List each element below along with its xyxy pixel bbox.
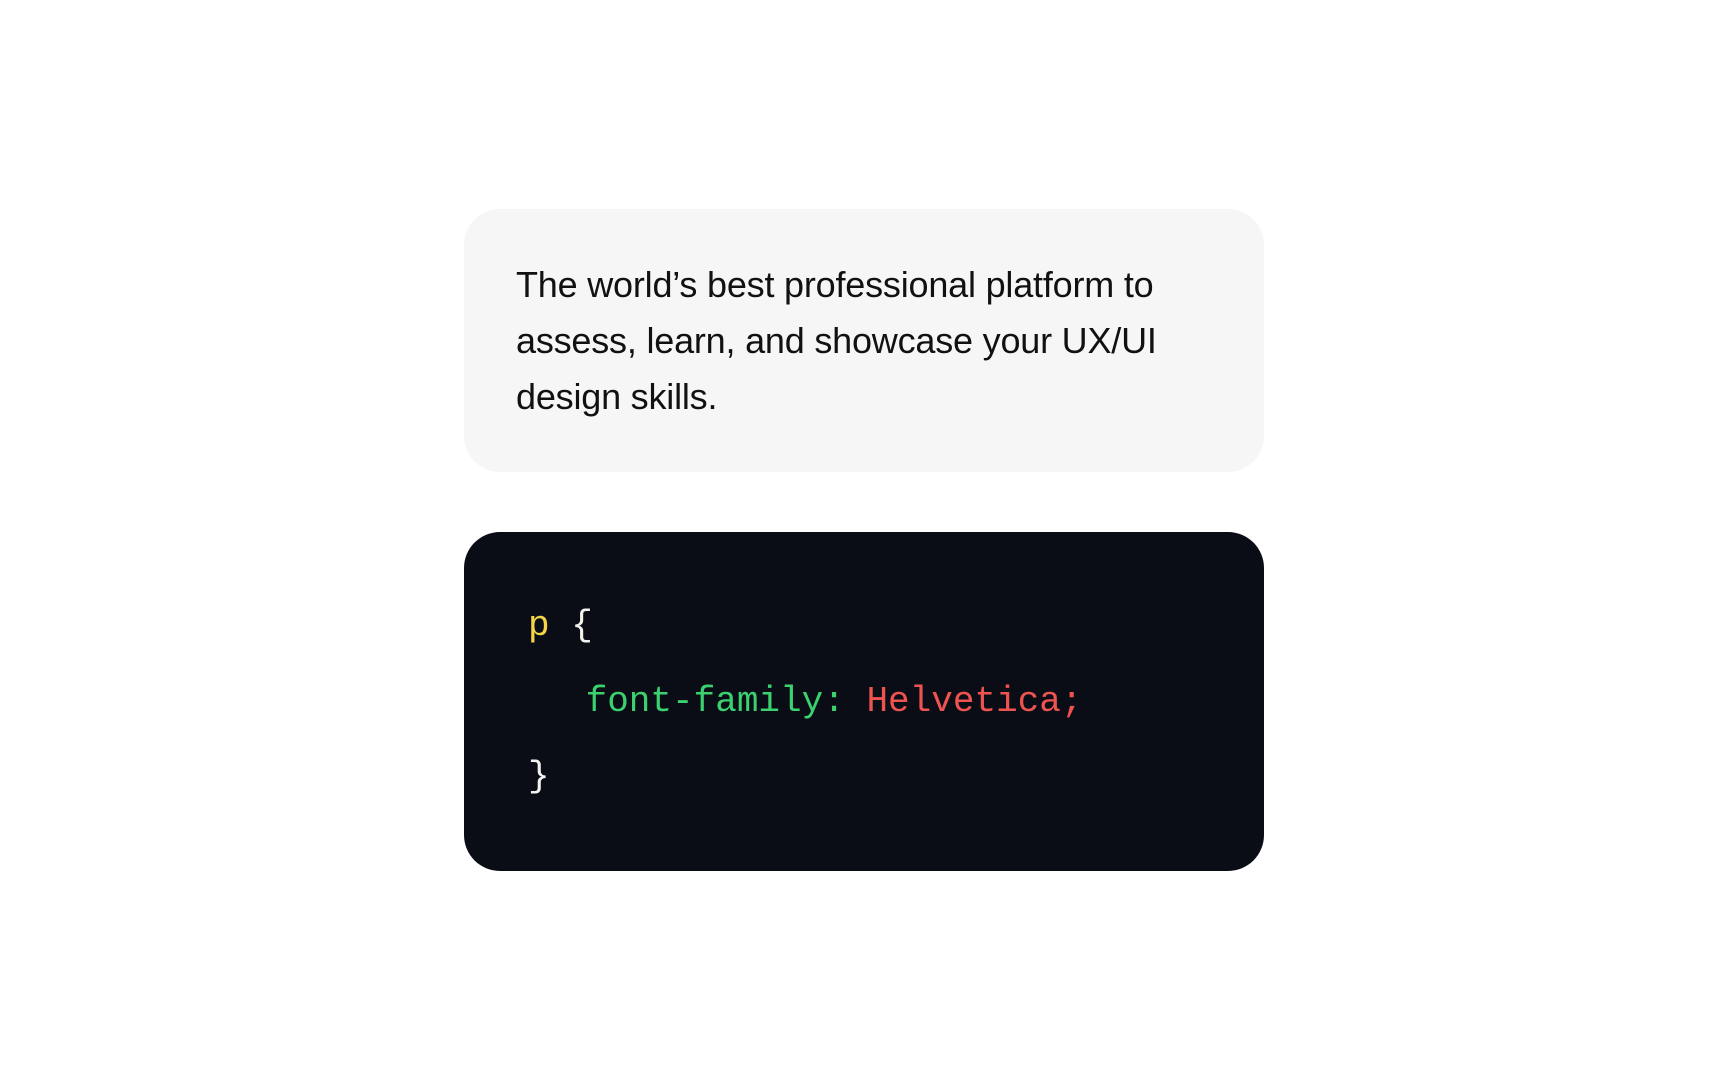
code-card: p { font-family: Helvetica; }	[464, 532, 1264, 871]
code-brace-close: }	[528, 756, 550, 797]
code-property: font-family	[586, 681, 824, 722]
code-selector: p	[528, 605, 550, 646]
description-card: The world’s best professional platform t…	[464, 209, 1264, 472]
code-block: p { font-family: Helvetica; }	[528, 588, 1200, 815]
code-brace-open: {	[571, 605, 593, 646]
code-semicolon: ;	[1061, 681, 1083, 722]
code-colon: :	[823, 681, 845, 722]
description-text: The world’s best professional platform t…	[516, 257, 1212, 424]
code-value: Helvetica	[866, 681, 1060, 722]
